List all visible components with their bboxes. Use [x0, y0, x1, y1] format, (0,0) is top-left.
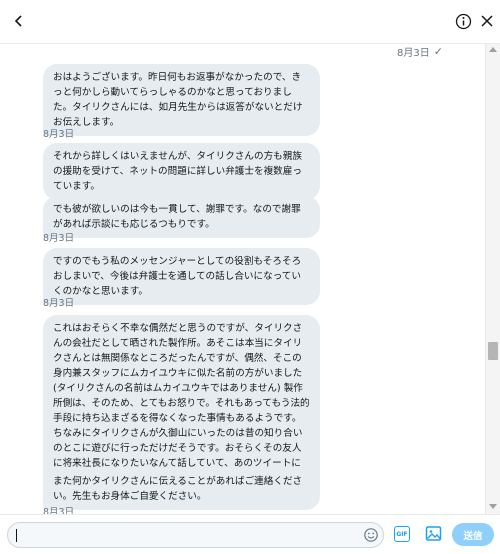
message-bubble[interactable]: それから詳しくはいえませんが、タイリクさんの方も親族の援助を受けて、ネットの問題… [43, 143, 320, 200]
message-list[interactable]: 8月3日 ✓ おはようございます。昨日何もお返事がなかったので、きっと何かしら動… [0, 44, 485, 514]
chevron-left-icon [14, 15, 22, 27]
message-input[interactable] [7, 522, 384, 548]
text-caret [16, 529, 17, 542]
gif-button[interactable]: GIF [394, 526, 410, 542]
message-bubble[interactable]: でも彼が欲しいのは今も一貫して、謝罪です。なので謝罪があれば示談にも応じるつもり… [43, 196, 320, 238]
message-timestamp: 8月3日 [43, 298, 75, 309]
close-icon[interactable] [478, 12, 496, 30]
message-timestamp: 8月3日 [43, 233, 75, 244]
emoji-icon[interactable] [363, 527, 379, 543]
message-bubble[interactable]: おはようございます。昨日何もお返事がなかったので、きっと何かしら動いてらっしゃる… [43, 64, 320, 136]
scroll-up-arrow-icon[interactable] [489, 47, 497, 52]
image-icon[interactable] [425, 525, 442, 542]
back-button[interactable] [8, 10, 30, 32]
sent-message-meta: 8月3日 ✓ [397, 44, 443, 59]
message-bubble[interactable]: また何かタイリクさんに伝えることがあればご連絡ください。先生もお身体ご自愛くださ… [43, 468, 320, 510]
send-button[interactable]: 送信 [452, 523, 494, 546]
message-bubble[interactable]: ですのでもう私のメッセンジャーとしての役割もそろそろおしまいで、今後は弁護士を通… [43, 248, 320, 305]
message-timestamp: 8月3日 [43, 129, 75, 140]
message-timestamp: 8月3日 [397, 48, 430, 59]
message-bubble[interactable]: これはおそらく不幸な偶然だと思うのですが、タイリクさんの会社だとして晒された製作… [43, 315, 320, 492]
scrollbar-thumb[interactable] [488, 342, 498, 360]
message-composer: GIF 送信 [0, 514, 500, 554]
info-icon[interactable] [455, 13, 472, 30]
scrollbar[interactable] [485, 44, 500, 514]
conversation-header [0, 0, 500, 44]
scroll-down-arrow-icon[interactable] [489, 504, 497, 509]
check-icon: ✓ [433, 45, 443, 58]
message-timestamp: 8月3日 [43, 507, 75, 514]
